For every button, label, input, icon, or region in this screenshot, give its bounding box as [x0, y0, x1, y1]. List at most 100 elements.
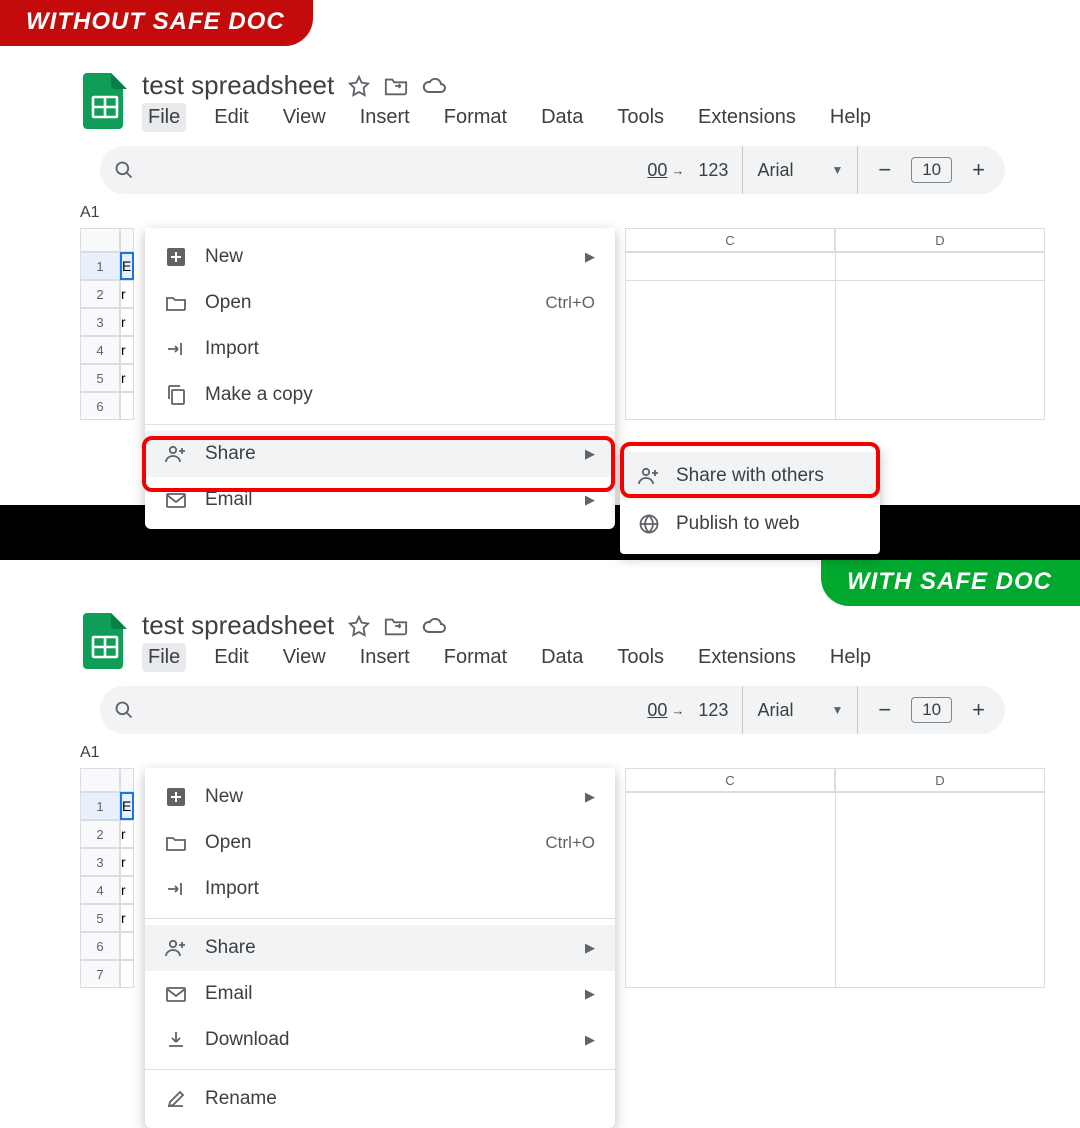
menu-file[interactable]: File — [142, 643, 186, 672]
menubar: File Edit View Insert Format Data Tools … — [142, 643, 877, 672]
spreadsheet-grid[interactable]: 1E 2r 3r 4r 5r 6 7 — [80, 768, 134, 988]
mail-icon — [165, 493, 187, 508]
menu-tools[interactable]: Tools — [611, 103, 670, 132]
row-header[interactable]: 2 — [80, 820, 120, 848]
cloud-status-icon[interactable] — [422, 76, 448, 96]
menu-item-rename[interactable]: Rename — [145, 1076, 615, 1122]
new-sheet-icon — [165, 788, 187, 806]
font-size-decrease[interactable]: − — [872, 157, 897, 183]
menu-edit[interactable]: Edit — [208, 103, 254, 132]
menu-item-import[interactable]: Import — [145, 866, 615, 912]
cell-reference[interactable]: A1 — [80, 204, 1080, 222]
document-title[interactable]: test spreadsheet — [142, 610, 334, 641]
font-size-increase[interactable]: + — [966, 697, 991, 723]
column-header-c[interactable]: C — [625, 768, 835, 792]
menu-item-label: Share — [205, 443, 567, 465]
row-header[interactable]: 1 — [80, 252, 120, 280]
decimal-icon[interactable]: 00 — [647, 160, 667, 181]
chevron-down-icon[interactable]: ▼ — [831, 163, 843, 177]
menu-item-label: New — [205, 786, 567, 808]
font-family-select[interactable]: Arial — [757, 700, 793, 721]
font-size-increase[interactable]: + — [966, 157, 991, 183]
font-size-input[interactable]: 10 — [911, 157, 952, 183]
menu-data[interactable]: Data — [535, 643, 589, 672]
move-icon[interactable] — [384, 615, 408, 637]
number-format-button[interactable]: 123 — [698, 160, 728, 181]
row-header[interactable]: 6 — [80, 932, 120, 960]
font-size-decrease[interactable]: − — [872, 697, 897, 723]
submenu-arrow-icon: ▶ — [585, 492, 595, 508]
menu-help[interactable]: Help — [824, 103, 877, 132]
search-icon[interactable] — [114, 700, 134, 720]
row-header[interactable]: 1 — [80, 792, 120, 820]
menu-item-email[interactable]: Email ▶ — [145, 971, 615, 1017]
import-icon — [165, 881, 187, 897]
decimal-icon[interactable]: 00 — [647, 700, 667, 721]
menu-item-open[interactable]: Open Ctrl+O — [145, 280, 615, 326]
row-header[interactable]: 7 — [80, 960, 120, 988]
menu-item-open[interactable]: Open Ctrl+O — [145, 820, 615, 866]
row-header[interactable]: 5 — [80, 904, 120, 932]
cell-reference[interactable]: A1 — [80, 744, 1080, 762]
menu-item-make-copy[interactable]: Make a copy — [145, 372, 615, 418]
font-size-input[interactable]: 10 — [911, 697, 952, 723]
column-header-c[interactable]: C — [625, 228, 835, 252]
move-icon[interactable] — [384, 75, 408, 97]
app-header: test spreadsheet File Edit View Insert F… — [80, 610, 1080, 672]
new-sheet-icon — [165, 248, 187, 266]
star-icon[interactable] — [348, 75, 370, 97]
globe-icon — [638, 514, 660, 534]
menu-data[interactable]: Data — [535, 103, 589, 132]
row-header[interactable]: 3 — [80, 308, 120, 336]
row-header[interactable]: 2 — [80, 280, 120, 308]
share-submenu: Share with others Publish to web — [620, 446, 880, 554]
menu-view[interactable]: View — [277, 643, 332, 672]
menu-item-import[interactable]: Import — [145, 326, 615, 372]
column-header-d[interactable]: D — [835, 768, 1045, 792]
menubar: File Edit View Insert Format Data Tools … — [142, 103, 877, 132]
file-menu-dropdown: New ▶ Open Ctrl+O Import Make a copy — [145, 228, 615, 529]
menu-edit[interactable]: Edit — [208, 643, 254, 672]
font-family-select[interactable]: Arial — [757, 160, 793, 181]
submenu-item-publish[interactable]: Publish to web — [620, 500, 880, 548]
menu-item-email[interactable]: Email ▶ — [145, 477, 615, 523]
menu-insert[interactable]: Insert — [354, 643, 416, 672]
chevron-down-icon[interactable]: ▼ — [831, 703, 843, 717]
menu-item-label: Make a copy — [205, 384, 595, 406]
cloud-status-icon[interactable] — [422, 616, 448, 636]
row-header[interactable]: 6 — [80, 392, 120, 420]
star-icon[interactable] — [348, 615, 370, 637]
menu-extensions[interactable]: Extensions — [692, 103, 802, 132]
menu-help[interactable]: Help — [824, 643, 877, 672]
menu-insert[interactable]: Insert — [354, 103, 416, 132]
document-title[interactable]: test spreadsheet — [142, 70, 334, 101]
panel-without-safedoc: WITHOUT SAFE DOC test spreadsheet — [0, 0, 1080, 505]
menu-item-label: Email — [205, 983, 567, 1005]
menu-item-download[interactable]: Download ▶ — [145, 1017, 615, 1063]
download-icon — [165, 1031, 187, 1049]
menu-item-new[interactable]: New ▶ — [145, 774, 615, 820]
row-header[interactable]: 3 — [80, 848, 120, 876]
person-add-icon — [165, 445, 187, 463]
row-header[interactable]: 4 — [80, 336, 120, 364]
menu-item-share[interactable]: Share ▶ — [145, 431, 615, 477]
menu-item-new[interactable]: New ▶ — [145, 234, 615, 280]
row-header[interactable]: 4 — [80, 876, 120, 904]
menu-extensions[interactable]: Extensions — [692, 643, 802, 672]
submenu-arrow-icon: ▶ — [585, 1032, 595, 1048]
submenu-item-share-with-others[interactable]: Share with others — [620, 452, 880, 500]
folder-icon — [165, 835, 187, 851]
spreadsheet-grid[interactable]: 1E 2r 3r 4r 5r 6 — [80, 228, 134, 420]
menu-file[interactable]: File — [142, 103, 186, 132]
menu-item-label: Share — [205, 937, 567, 959]
menu-format[interactable]: Format — [438, 643, 513, 672]
submenu-arrow-icon: ▶ — [585, 986, 595, 1002]
column-header-d[interactable]: D — [835, 228, 1045, 252]
menu-tools[interactable]: Tools — [611, 643, 670, 672]
menu-view[interactable]: View — [277, 103, 332, 132]
number-format-button[interactable]: 123 — [698, 700, 728, 721]
search-icon[interactable] — [114, 160, 134, 180]
row-header[interactable]: 5 — [80, 364, 120, 392]
menu-item-share[interactable]: Share ▶ — [145, 925, 615, 971]
menu-format[interactable]: Format — [438, 103, 513, 132]
